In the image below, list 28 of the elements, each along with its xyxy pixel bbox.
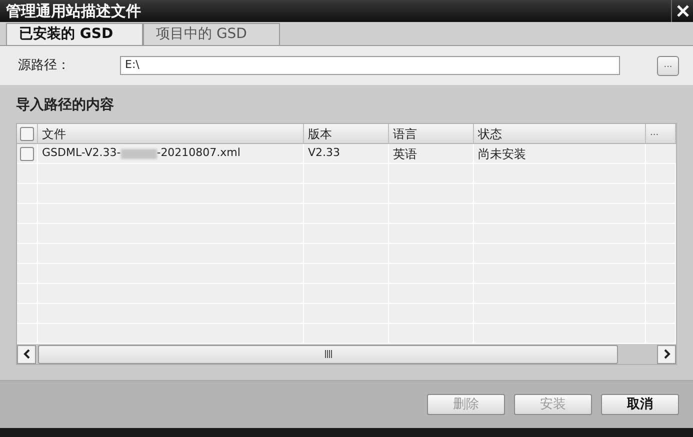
grip-icon bbox=[324, 350, 332, 358]
table-cell: 英语 bbox=[389, 144, 474, 163]
field-label: 源路径： bbox=[18, 56, 71, 75]
chevron-right-icon bbox=[662, 349, 670, 359]
dialog-button[interactable]: 取消 bbox=[601, 394, 679, 415]
tab[interactable]: 已安装的 GSD bbox=[6, 23, 143, 45]
chevron-left-icon bbox=[22, 349, 30, 359]
checkbox[interactable] bbox=[20, 126, 34, 140]
column-header[interactable]: 文件 bbox=[38, 124, 304, 143]
path-field[interactable]: E:\ bbox=[120, 56, 620, 75]
close-icon bbox=[676, 4, 690, 18]
table-cell: V2.33 bbox=[304, 144, 389, 163]
window-title: 管理通用站描述文件 bbox=[6, 0, 141, 22]
column-header[interactable]: 语言 bbox=[389, 124, 474, 143]
section-title: 导入路径的内容 bbox=[16, 96, 115, 114]
table-cell: 尚未安装 bbox=[474, 144, 646, 163]
tab[interactable]: 项目中的 GSD bbox=[143, 23, 280, 45]
redaction-blur bbox=[120, 148, 157, 158]
table-cell-text: -20210807.xml bbox=[156, 145, 240, 162]
scrollbar-thumb[interactable] bbox=[38, 344, 618, 364]
scroll-right-button[interactable] bbox=[657, 344, 676, 364]
browse-button[interactable]: ... bbox=[657, 56, 679, 76]
column-header[interactable]: 版本 bbox=[304, 124, 389, 143]
column-header[interactable]: ... bbox=[646, 124, 676, 143]
scroll-left-button[interactable] bbox=[17, 344, 36, 364]
column-header[interactable]: 状态 bbox=[474, 124, 646, 143]
checkbox[interactable] bbox=[20, 146, 34, 160]
table-cell-text: GSDML-V2.33- bbox=[42, 145, 121, 162]
